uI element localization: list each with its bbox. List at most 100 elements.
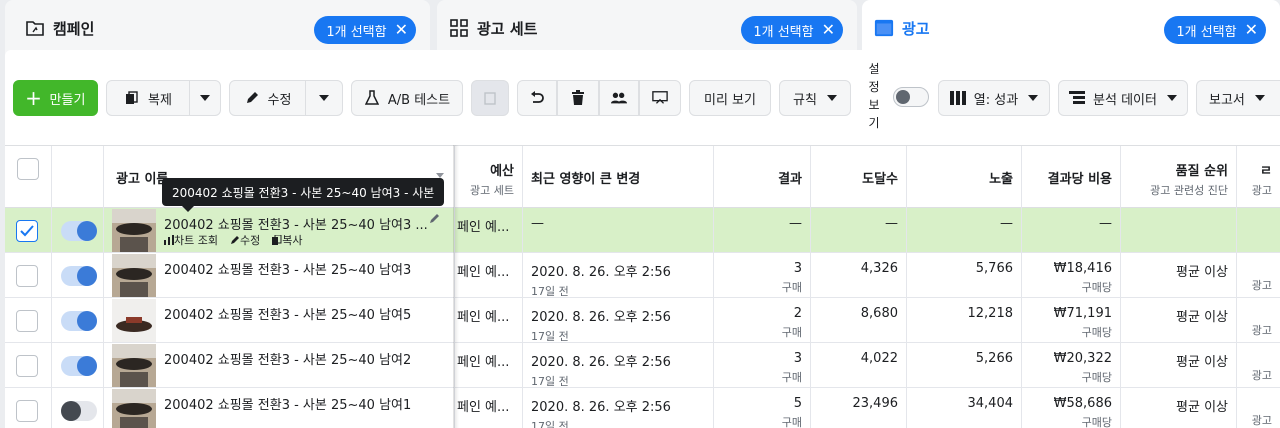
change-ago: 17일 전 [531,420,569,428]
change-date: 2020. 8. 26. 오후 2:56 [531,310,671,325]
selection-pill[interactable]: 1개 선택함 ✕ [314,16,416,44]
undo-icon [529,90,545,106]
table-row[interactable]: 200402 쇼핑몰 전환3 - 사본 25~40 남여5 페인 예... 20… [5,298,1280,343]
undo-button[interactable] [517,80,557,116]
table-row[interactable]: 200402 쇼핑몰 전환3 - 사본 25~40 남여2 페인 예... 20… [5,343,1280,388]
toolbar: + 만들기 복제 수정 A/B 테스트 미리 보기 규칙 설정 보기 열: 성과… [5,50,1280,145]
pencil-icon[interactable] [429,212,441,228]
duplicate-button[interactable]: 복제 [106,80,190,116]
row-checkbox[interactable] [16,400,38,422]
header-select-all [5,146,52,208]
breakdown-label: 분석 데이터 [1093,92,1157,108]
preview-button[interactable]: 미리 보기 [689,80,771,116]
selection-pill[interactable]: 1개 선택함 ✕ [741,16,843,44]
header-recent-change[interactable]: 최근 영향이 큰 변경 [523,146,714,208]
header-impressions[interactable]: 노출 [907,146,1022,208]
row-checkbox[interactable] [16,265,38,287]
rules-button[interactable]: 규칙 [779,80,851,116]
cost-per-result-cell: ₩18,416 구매당 [1022,253,1121,298]
table-row[interactable]: 200402 쇼핑몰 전환3 - 사본 25~40 남여3 페인 예... 20… [5,253,1280,298]
tab-label: 광고 세트 [477,20,538,38]
settings-view-toggle[interactable] [893,87,929,107]
trash-icon [570,90,586,106]
pencil-icon [244,90,260,106]
table-row[interactable]: 200402 쇼핑몰 전환3 - 사본 25~40 남여3 ... 차트 조회 … [5,208,1280,253]
view-chart-link[interactable]: 차트 조회 [164,232,218,248]
ad-name[interactable]: 200402 쇼핑몰 전환3 - 사본 25~40 남여3 [164,259,411,278]
results-value: 3 [793,351,802,366]
header-label: 결과 [778,172,802,187]
compare-button[interactable] [639,80,681,116]
columns-button[interactable]: 열: 성과 [938,80,1050,116]
select-all-checkbox[interactable] [17,158,39,180]
delete-button[interactable] [557,80,599,116]
ad-name[interactable]: 200402 쇼핑몰 전환3 - 사본 25~40 남여3 ... [164,214,428,233]
edit-dropdown[interactable] [305,80,343,116]
toggle-knob [77,311,97,331]
ad-status-toggle[interactable] [61,401,97,421]
change-date: 2020. 8. 26. 오후 2:56 [531,265,671,280]
ad-status-toggle[interactable] [61,311,97,331]
row-checkbox[interactable] [16,310,38,332]
header-extra[interactable]: ㄹ 광고 [1237,146,1280,208]
reports-button[interactable]: 보고서 [1196,80,1280,116]
ad-name[interactable]: 200402 쇼핑몰 전환3 - 사본 25~40 남여1 [164,394,411,413]
reach-cell: 4,326 [811,253,907,298]
header-label: 예산 [490,164,514,179]
tab-label: 광고 [902,20,930,38]
cpr-value: ₩20,322 [1053,351,1112,366]
tab-label: 캠페인 [53,20,95,38]
change-date: 2020. 8. 26. 오후 2:56 [531,400,671,415]
results-value: 2 [793,306,802,321]
extra-cell: 광고 [1251,369,1272,382]
people-icon [611,90,627,106]
chevron-down-icon [1028,95,1039,101]
row-select [5,388,52,428]
recent-change-cell: 2020. 8. 26. 오후 2:56 17일 전 [523,253,714,298]
audience-button[interactable] [599,80,639,116]
header-cost-per-result[interactable]: 결과당 비용 [1022,146,1121,208]
selection-pill[interactable]: 1개 선택함 ✕ [1164,16,1266,44]
ad-name[interactable]: 200402 쇼핑몰 전환3 - 사본 25~40 남여5 [164,304,411,323]
ad-name-tooltip: 200402 쇼핑몰 전환3 - 사본 25~40 남여3 - 사본 [162,178,445,212]
change-ago: 17일 전 [531,330,569,343]
create-button[interactable]: + 만들기 [13,80,98,116]
flask-icon [364,90,380,106]
ad-thumbnail[interactable] [112,389,156,428]
results-cell: 2 구매 [714,298,811,343]
quality-cell: 평균 이상 [1121,388,1237,428]
header-results[interactable]: 결과 [714,146,811,208]
close-icon[interactable]: ✕ [1245,22,1258,38]
ad-thumbnail[interactable] [112,299,156,342]
row-checkbox[interactable] [16,355,38,377]
duplicate-dropdown[interactable] [189,80,221,116]
close-icon[interactable]: ✕ [395,22,408,38]
impressions-cell: 34,404 [907,388,1022,428]
delete-disabled-button[interactable] [471,80,509,116]
header-reach[interactable]: 도달수 [811,146,907,208]
ad-thumbnail[interactable] [112,344,156,387]
ad-thumbnail[interactable] [112,209,156,252]
edit-button[interactable]: 수정 [229,80,306,116]
ad-status-toggle[interactable] [61,221,97,241]
cpr-unit: 구매당 [1081,416,1112,428]
cost-per-result-cell: — [1022,208,1121,253]
ad-status-toggle[interactable] [61,266,97,286]
header-budget[interactable]: 예산 광고 세트 [455,146,523,208]
ab-test-button[interactable]: A/B 테스트 [351,80,463,116]
ad-name[interactable]: 200402 쇼핑몰 전환3 - 사본 25~40 남여2 [164,349,411,368]
selection-count: 1개 선택함 [1176,24,1237,40]
breakdown-button[interactable]: 분석 데이터 [1058,80,1188,116]
ad-status-toggle[interactable] [61,356,97,376]
copy-link[interactable]: 복사 [272,232,302,248]
change-ago: 17일 전 [531,285,569,298]
impressions-cell: 12,218 [907,298,1022,343]
table-row[interactable]: 200402 쇼핑몰 전환3 - 사본 25~40 남여1 페인 예... 20… [5,388,1280,428]
edit-link[interactable]: 수정 [230,232,260,248]
header-quality[interactable]: 품질 순위 광고 관련성 진단 [1121,146,1237,208]
ad-thumbnail[interactable] [112,254,156,297]
close-icon[interactable]: ✕ [822,22,835,38]
impressions-cell: — [907,208,1022,253]
row-checkbox[interactable] [16,220,38,242]
header-sublabel: 광고 세트 [470,184,514,197]
